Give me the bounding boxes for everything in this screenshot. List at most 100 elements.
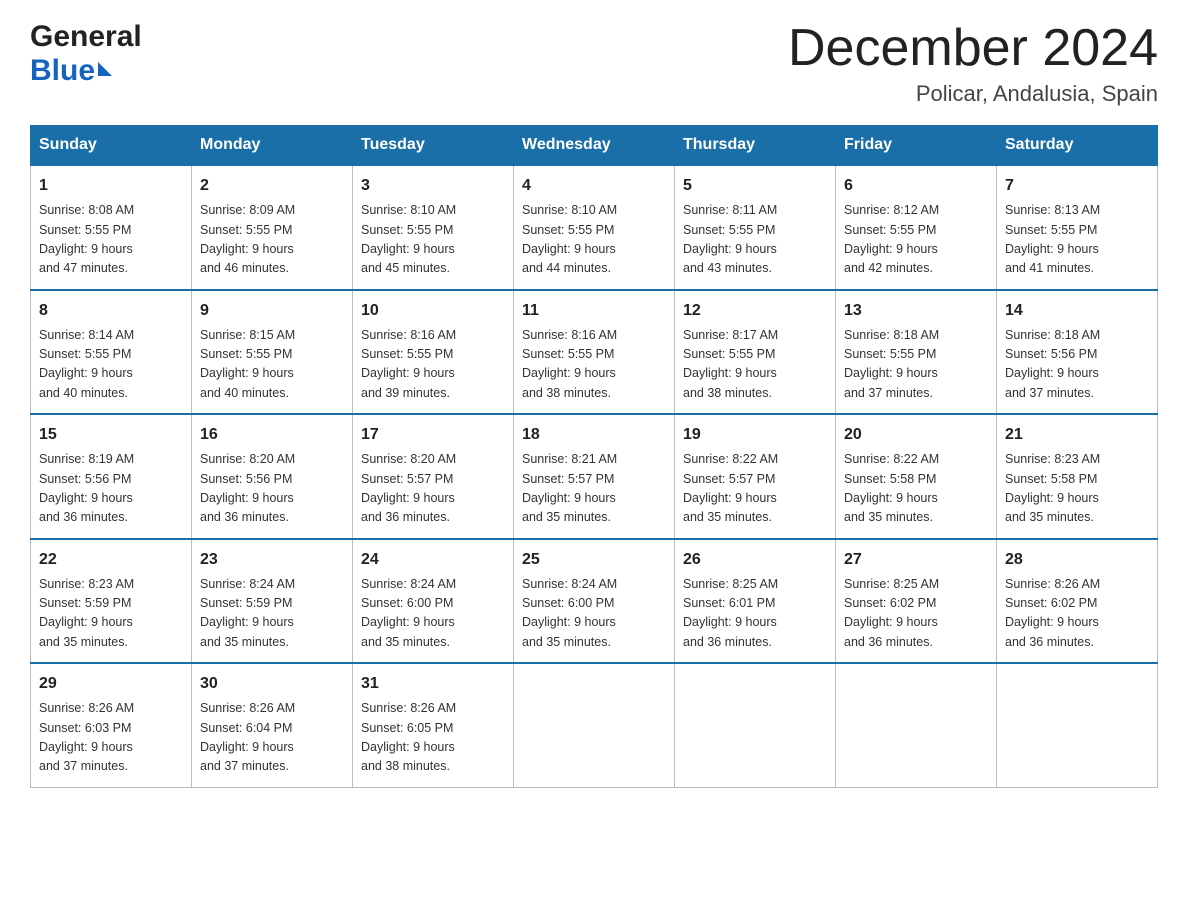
sunset-text: Sunset: 5:58 PM <box>1005 472 1097 486</box>
header-monday: Monday <box>192 126 353 166</box>
day-info: Sunrise: 8:24 AM Sunset: 6:00 PM Dayligh… <box>522 575 666 653</box>
calendar-day-cell: 14 Sunrise: 8:18 AM Sunset: 5:56 PM Dayl… <box>997 290 1158 415</box>
day-number: 4 <box>522 174 666 198</box>
sunrise-text: Sunrise: 8:10 AM <box>522 203 617 217</box>
sunset-text: Sunset: 5:55 PM <box>39 347 131 361</box>
day-number: 13 <box>844 299 988 323</box>
day-info: Sunrise: 8:20 AM Sunset: 5:57 PM Dayligh… <box>361 450 505 528</box>
day-number: 22 <box>39 548 183 572</box>
daylight-text: Daylight: 9 hours <box>1005 491 1099 505</box>
sunrise-text: Sunrise: 8:16 AM <box>522 328 617 342</box>
sunrise-text: Sunrise: 8:26 AM <box>1005 577 1100 591</box>
daylight-text: Daylight: 9 hours <box>683 242 777 256</box>
daylight-minutes-text: and 35 minutes. <box>844 510 933 524</box>
calendar-day-cell: 18 Sunrise: 8:21 AM Sunset: 5:57 PM Dayl… <box>514 414 675 539</box>
sunset-text: Sunset: 5:55 PM <box>683 223 775 237</box>
daylight-text: Daylight: 9 hours <box>200 242 294 256</box>
calendar-day-cell: 20 Sunrise: 8:22 AM Sunset: 5:58 PM Dayl… <box>836 414 997 539</box>
daylight-text: Daylight: 9 hours <box>1005 615 1099 629</box>
day-info: Sunrise: 8:17 AM Sunset: 5:55 PM Dayligh… <box>683 326 827 404</box>
header-thursday: Thursday <box>675 126 836 166</box>
sunset-text: Sunset: 5:57 PM <box>683 472 775 486</box>
day-number: 5 <box>683 174 827 198</box>
day-info: Sunrise: 8:11 AM Sunset: 5:55 PM Dayligh… <box>683 201 827 279</box>
sunset-text: Sunset: 5:57 PM <box>522 472 614 486</box>
day-number: 12 <box>683 299 827 323</box>
day-number: 30 <box>200 672 344 696</box>
sunrise-text: Sunrise: 8:18 AM <box>1005 328 1100 342</box>
day-info: Sunrise: 8:22 AM Sunset: 5:57 PM Dayligh… <box>683 450 827 528</box>
sunrise-text: Sunrise: 8:25 AM <box>844 577 939 591</box>
day-info: Sunrise: 8:09 AM Sunset: 5:55 PM Dayligh… <box>200 201 344 279</box>
sunrise-text: Sunrise: 8:18 AM <box>844 328 939 342</box>
calendar-day-cell: 7 Sunrise: 8:13 AM Sunset: 5:55 PM Dayli… <box>997 165 1158 290</box>
daylight-minutes-text: and 45 minutes. <box>361 261 450 275</box>
header-sunday: Sunday <box>31 126 192 166</box>
day-number: 9 <box>200 299 344 323</box>
daylight-text: Daylight: 9 hours <box>39 242 133 256</box>
sunset-text: Sunset: 5:55 PM <box>361 223 453 237</box>
daylight-minutes-text: and 39 minutes. <box>361 386 450 400</box>
sunset-text: Sunset: 6:02 PM <box>844 596 936 610</box>
day-info: Sunrise: 8:12 AM Sunset: 5:55 PM Dayligh… <box>844 201 988 279</box>
day-info: Sunrise: 8:13 AM Sunset: 5:55 PM Dayligh… <box>1005 201 1149 279</box>
daylight-text: Daylight: 9 hours <box>683 366 777 380</box>
title-area: December 2024 Policar, Andalusia, Spain <box>788 20 1158 107</box>
calendar-day-cell: 29 Sunrise: 8:26 AM Sunset: 6:03 PM Dayl… <box>31 663 192 787</box>
calendar-day-cell: 11 Sunrise: 8:16 AM Sunset: 5:55 PM Dayl… <box>514 290 675 415</box>
header-friday: Friday <box>836 126 997 166</box>
daylight-text: Daylight: 9 hours <box>39 366 133 380</box>
sunset-text: Sunset: 5:56 PM <box>39 472 131 486</box>
day-number: 11 <box>522 299 666 323</box>
sunrise-text: Sunrise: 8:12 AM <box>844 203 939 217</box>
daylight-text: Daylight: 9 hours <box>683 491 777 505</box>
calendar-table: Sunday Monday Tuesday Wednesday Thursday… <box>30 125 1158 788</box>
day-info: Sunrise: 8:22 AM Sunset: 5:58 PM Dayligh… <box>844 450 988 528</box>
daylight-text: Daylight: 9 hours <box>1005 366 1099 380</box>
sunrise-text: Sunrise: 8:16 AM <box>361 328 456 342</box>
daylight-text: Daylight: 9 hours <box>522 366 616 380</box>
daylight-text: Daylight: 9 hours <box>1005 242 1099 256</box>
daylight-minutes-text: and 47 minutes. <box>39 261 128 275</box>
day-info: Sunrise: 8:26 AM Sunset: 6:04 PM Dayligh… <box>200 699 344 777</box>
daylight-text: Daylight: 9 hours <box>361 740 455 754</box>
day-number: 27 <box>844 548 988 572</box>
sunrise-text: Sunrise: 8:09 AM <box>200 203 295 217</box>
sunset-text: Sunset: 5:55 PM <box>522 223 614 237</box>
daylight-text: Daylight: 9 hours <box>683 615 777 629</box>
daylight-text: Daylight: 9 hours <box>200 615 294 629</box>
day-info: Sunrise: 8:18 AM Sunset: 5:56 PM Dayligh… <box>1005 326 1149 404</box>
sunset-text: Sunset: 6:01 PM <box>683 596 775 610</box>
day-info: Sunrise: 8:16 AM Sunset: 5:55 PM Dayligh… <box>522 326 666 404</box>
sunrise-text: Sunrise: 8:23 AM <box>39 577 134 591</box>
day-number: 8 <box>39 299 183 323</box>
empty-cell <box>514 663 675 787</box>
day-info: Sunrise: 8:18 AM Sunset: 5:55 PM Dayligh… <box>844 326 988 404</box>
daylight-text: Daylight: 9 hours <box>39 615 133 629</box>
sunrise-text: Sunrise: 8:25 AM <box>683 577 778 591</box>
day-info: Sunrise: 8:25 AM Sunset: 6:02 PM Dayligh… <box>844 575 988 653</box>
header-tuesday: Tuesday <box>353 126 514 166</box>
day-number: 1 <box>39 174 183 198</box>
sunrise-text: Sunrise: 8:14 AM <box>39 328 134 342</box>
day-number: 15 <box>39 423 183 447</box>
sunset-text: Sunset: 5:55 PM <box>39 223 131 237</box>
day-info: Sunrise: 8:10 AM Sunset: 5:55 PM Dayligh… <box>522 201 666 279</box>
day-number: 3 <box>361 174 505 198</box>
daylight-minutes-text: and 35 minutes. <box>361 635 450 649</box>
calendar-day-cell: 31 Sunrise: 8:26 AM Sunset: 6:05 PM Dayl… <box>353 663 514 787</box>
daylight-text: Daylight: 9 hours <box>844 491 938 505</box>
day-info: Sunrise: 8:10 AM Sunset: 5:55 PM Dayligh… <box>361 201 505 279</box>
daylight-text: Daylight: 9 hours <box>361 491 455 505</box>
sunset-text: Sunset: 5:58 PM <box>844 472 936 486</box>
calendar-day-cell: 10 Sunrise: 8:16 AM Sunset: 5:55 PM Dayl… <box>353 290 514 415</box>
sunrise-text: Sunrise: 8:24 AM <box>522 577 617 591</box>
day-info: Sunrise: 8:24 AM Sunset: 6:00 PM Dayligh… <box>361 575 505 653</box>
daylight-minutes-text: and 38 minutes. <box>522 386 611 400</box>
daylight-text: Daylight: 9 hours <box>522 491 616 505</box>
calendar-week-row: 29 Sunrise: 8:26 AM Sunset: 6:03 PM Dayl… <box>31 663 1158 787</box>
day-info: Sunrise: 8:24 AM Sunset: 5:59 PM Dayligh… <box>200 575 344 653</box>
sunrise-text: Sunrise: 8:24 AM <box>200 577 295 591</box>
day-number: 16 <box>200 423 344 447</box>
day-number: 18 <box>522 423 666 447</box>
